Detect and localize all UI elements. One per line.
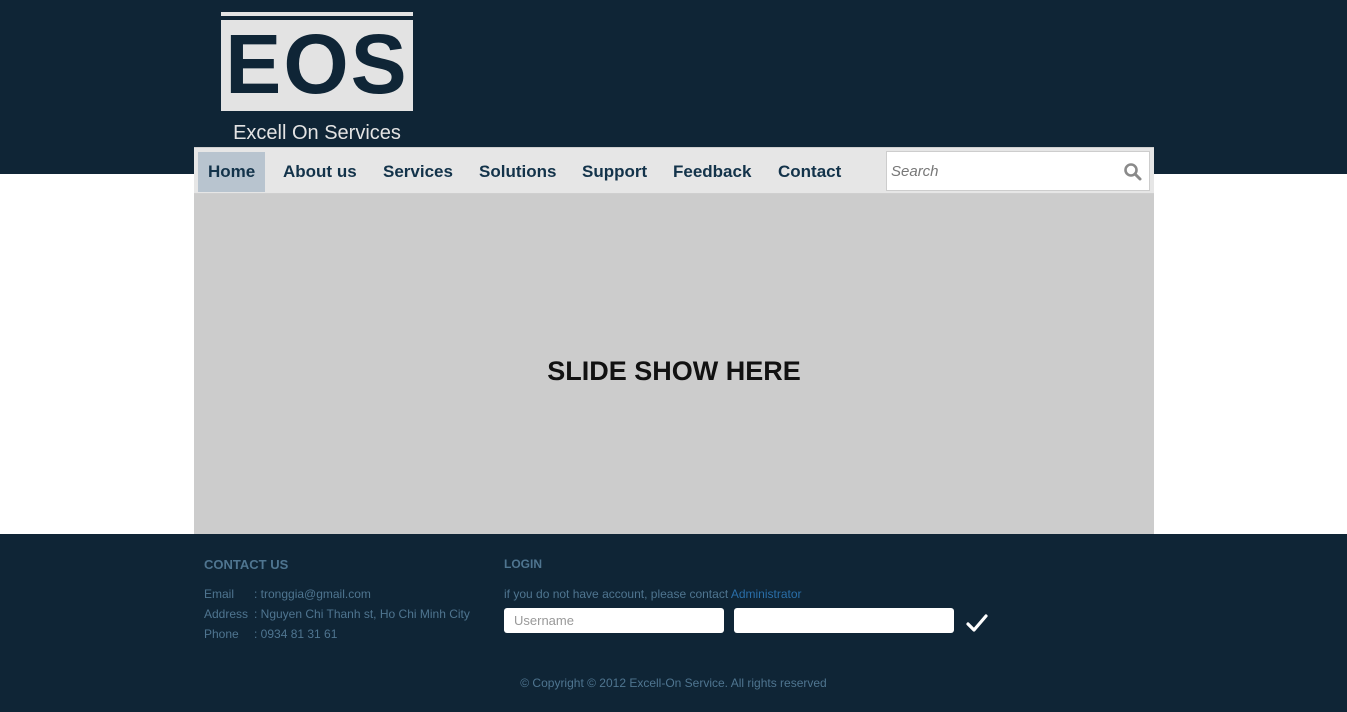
- copyright-text: © Copyright © 2012 Excell-On Service. Al…: [520, 676, 827, 690]
- logo-top-bar: [221, 12, 413, 16]
- logo-tagline: Excell On Services: [233, 122, 401, 144]
- administrator-link[interactable]: Administrator: [731, 587, 802, 601]
- logo-bottom-bar: [221, 104, 413, 111]
- login-heading: LOGIN: [504, 557, 542, 571]
- login-note-text: if you do not have account, please conta…: [504, 587, 729, 601]
- nav-home[interactable]: Home: [198, 152, 266, 192]
- login-note: if you do not have account, please conta…: [504, 584, 802, 604]
- eos-logo[interactable]: EOS Excell On Services: [221, 12, 414, 144]
- username-input[interactable]: [504, 608, 724, 633]
- slideshow-placeholder: SLIDE SHOW HERE: [194, 194, 1154, 534]
- nav-solutions[interactable]: Solutions: [469, 152, 566, 192]
- search-input[interactable]: [891, 156, 1119, 186]
- logo-letters: EOS: [225, 17, 409, 111]
- contact-heading: CONTACT US: [204, 557, 289, 572]
- nav-feedback[interactable]: Feedback: [663, 152, 761, 192]
- phone-label: Phone: [204, 627, 239, 641]
- contact-address-row: Address : Nguyen Chi Thanh st, Ho Chi Min…: [204, 607, 470, 621]
- phone-value: : 0934 81 31 61: [254, 627, 338, 641]
- contact-phone-row: Phone : 0934 81 31 61: [204, 627, 337, 641]
- password-input[interactable]: [734, 608, 954, 633]
- checkmark-icon[interactable]: [966, 612, 988, 634]
- nav-contact[interactable]: Contact: [768, 152, 851, 192]
- email-label: Email: [204, 587, 235, 601]
- search-box: [886, 151, 1150, 191]
- nav-services[interactable]: Services: [373, 152, 463, 192]
- slideshow-caption: SLIDE SHOW HERE: [547, 356, 801, 386]
- nav-support[interactable]: Support: [572, 152, 657, 192]
- main-nav: Home About us Services Solutions Support…: [194, 147, 1154, 194]
- email-value: : tronggia@gmail.com: [254, 587, 371, 601]
- nav-about-us[interactable]: About us: [273, 152, 367, 192]
- search-icon[interactable]: [1123, 162, 1143, 182]
- footer: CONTACT US Email : tronggia@gmail.com Add…: [0, 534, 1347, 712]
- address-label: Address: [204, 607, 249, 621]
- logo-letters-block: EOS: [221, 20, 413, 108]
- contact-email-row: Email : tronggia@gmail.com: [204, 587, 371, 601]
- address-value: : Nguyen Chi Thanh st, Ho Chi Minh City: [254, 607, 470, 621]
